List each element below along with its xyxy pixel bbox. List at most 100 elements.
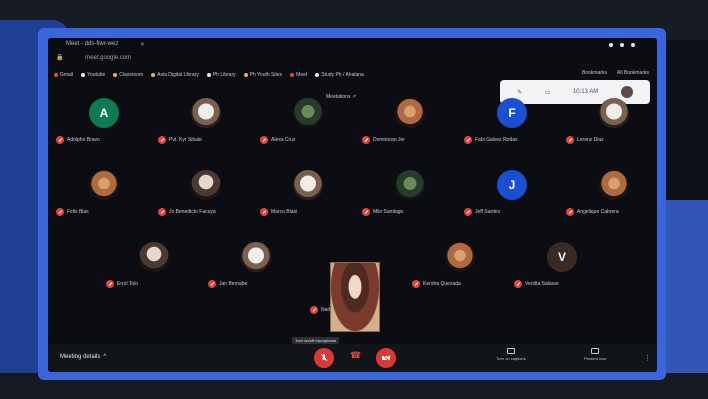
- participant-tile[interactable]: Dominican Jer: [360, 98, 460, 168]
- bookmark-icon: [290, 73, 295, 77]
- meeting-details-button[interactable]: Meeting details ^: [60, 354, 106, 360]
- mic-off-icon: [320, 353, 328, 362]
- participant-tile[interactable]: Felix Blas: [54, 170, 154, 240]
- participant-avatar: J: [497, 170, 527, 200]
- bookmark-icon: [151, 73, 156, 77]
- participant-name-tag: Marco Blasi: [260, 208, 297, 216]
- participant-tile[interactable]: A Adolpho Bravo: [54, 98, 154, 168]
- bookmark-item[interactable]: Ph Youth Sites: [243, 70, 282, 80]
- participant-avatar: [395, 98, 425, 128]
- bookmark-icon: [81, 73, 86, 77]
- more-options-icon[interactable]: ⋮: [644, 354, 651, 362]
- present-now-button[interactable]: Present now: [584, 348, 606, 361]
- bookmark-icon: [54, 73, 58, 77]
- participant-tile[interactable]: V Venitta Salazar: [512, 242, 612, 312]
- participant-avatar: [191, 98, 221, 128]
- participant-tile[interactable]: Lorenz Diaz: [564, 98, 657, 168]
- mic-muted-icon: [566, 136, 574, 144]
- participant-name-tag: Felix Blas: [56, 208, 89, 216]
- close-icon[interactable]: ✕: [140, 41, 145, 48]
- participant-tile[interactable]: Jo Benedicto Facuya: [156, 170, 256, 240]
- participant-tile[interactable]: J Jeff Sardez: [462, 170, 562, 240]
- participant-name-tag: Venitta Salazar: [514, 280, 559, 288]
- participant-avatar: V: [547, 242, 577, 272]
- bookmark-item[interactable]: Gmail: [54, 70, 73, 80]
- chevron-up-icon: ^: [103, 354, 107, 360]
- participant-tile[interactable]: Milo Santiago: [360, 170, 460, 240]
- participant-name: Angelique Cabrera: [577, 209, 619, 215]
- participant-tile[interactable]: Angelique Cabrera: [564, 170, 657, 240]
- participant-name: Errol Tolo: [117, 281, 139, 287]
- meet-window: Meet - dds-fiwr-wez ✕ 🔒 meet.google.com …: [48, 38, 657, 372]
- participant-name: Dominican Jer: [373, 137, 405, 143]
- participant-name-tag: Jeff Sardez: [464, 208, 500, 216]
- user-avatar[interactable]: [620, 86, 633, 98]
- participant-avatar: [599, 170, 629, 200]
- bookmarks-bar: Gmail Youtube Classroom Asia Digital Lib…: [54, 70, 654, 80]
- mic-muted-icon: [106, 280, 114, 288]
- participant-name-tag: Angelique Cabrera: [566, 208, 619, 216]
- browser-tab[interactable]: Meet - dds-fiwr-wez ✕: [56, 41, 206, 51]
- participant-tile[interactable]: Pvt. Kyr Sibale: [156, 98, 256, 168]
- all-bookmarks[interactable]: All Bookmarks: [617, 70, 649, 76]
- bookmark-item[interactable]: Ph Library: [206, 70, 236, 80]
- participant-name-tag: Errol Tolo: [106, 280, 138, 288]
- pen-icon[interactable]: ✎: [517, 89, 522, 96]
- participant-tile[interactable]: Marco Blasi: [258, 170, 358, 240]
- window-controls[interactable]: [609, 43, 635, 47]
- lock-icon: 🔒: [56, 55, 64, 61]
- mic-muted-icon: [412, 280, 420, 288]
- bookmark-item[interactable]: Classroom: [113, 70, 143, 80]
- cast-icon[interactable]: ▭: [545, 89, 551, 96]
- participant-tile[interactable]: Errol Tolo: [104, 242, 204, 312]
- participant-name-tag: Kendra Quezada: [412, 280, 461, 288]
- bookmark-item[interactable]: Asia Digital Library: [151, 70, 199, 80]
- participant-avatar: [395, 170, 425, 200]
- participant-name-tag: Fabi Galvez Rodas: [464, 136, 518, 144]
- mic-muted-icon: [464, 208, 472, 216]
- close-window-icon[interactable]: [631, 43, 635, 47]
- mic-muted-icon: [362, 136, 370, 144]
- bookmark-item[interactable]: Youtube: [81, 70, 105, 80]
- captions-icon: [506, 348, 515, 354]
- participant-name: Jan Bernabe: [219, 281, 248, 287]
- tooltip: Turn on/off microphone: [292, 337, 340, 344]
- participant-avatar: [241, 242, 271, 272]
- present-label: Present now: [584, 356, 607, 361]
- participant-name-tag: Jo Benedicto Facuya: [158, 208, 216, 216]
- meeting-time: 10:13 AM: [572, 89, 599, 95]
- participant-name-tag: Pvt. Kyr Sibale: [158, 136, 202, 144]
- mic-muted-icon: [56, 136, 64, 144]
- participant-tile[interactable]: F Fabi Galvez Rodas: [462, 98, 562, 168]
- featured-participant-video[interactable]: [330, 262, 380, 332]
- bookmark-icon: [113, 73, 118, 77]
- participant-tile[interactable]: Kendra Quezada: [410, 242, 510, 312]
- meeting-details-label: Meeting details: [60, 354, 101, 360]
- captions-button[interactable]: Turn on captions: [496, 348, 526, 361]
- bookmark-item[interactable]: Study Ph / Ahalana: [315, 70, 364, 80]
- participant-name: Fabi Galvez Rodas: [475, 137, 518, 143]
- participant-tile[interactable]: Alexa Cruz: [258, 98, 358, 168]
- microphone-off-button[interactable]: [314, 348, 334, 368]
- participant-avatar: [293, 170, 323, 200]
- bookmark-item[interactable]: Meet: [290, 70, 307, 80]
- participant-name: Felix Blas: [67, 209, 89, 215]
- mic-muted-icon: [514, 280, 522, 288]
- participant-avatar: [191, 170, 221, 200]
- participant-name-tag: Jan Bernabe: [208, 280, 247, 288]
- participant-avatar: A: [89, 98, 119, 128]
- mic-muted-icon: [56, 208, 64, 216]
- maximize-icon[interactable]: [620, 43, 624, 47]
- participant-name-tag: Alexa Cruz: [260, 136, 295, 144]
- participant-avatar: [293, 98, 323, 128]
- mic-muted-icon: [158, 136, 166, 144]
- minimize-icon[interactable]: [609, 43, 613, 47]
- bookmark-icon: [315, 73, 320, 77]
- bookmarks-folder[interactable]: Bookmarks: [582, 70, 607, 76]
- camera-off-button[interactable]: [376, 348, 396, 368]
- mic-muted-icon: [362, 208, 370, 216]
- participant-tile[interactable]: Jan Bernabe: [206, 242, 306, 312]
- hang-up-icon[interactable]: ☎: [350, 350, 361, 361]
- mic-muted-icon: [566, 208, 574, 216]
- address-bar[interactable]: 🔒 meet.google.com: [56, 54, 131, 61]
